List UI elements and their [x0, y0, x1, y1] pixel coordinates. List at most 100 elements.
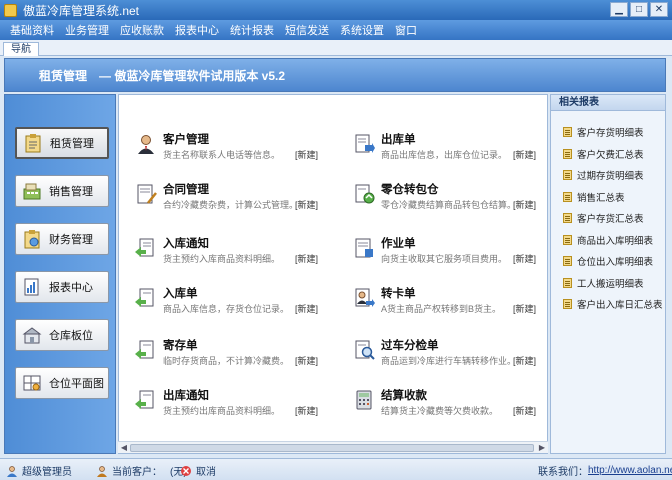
report-link-customer-daily-summary[interactable]: 客户出入库日汇总表	[563, 297, 663, 311]
item-contract-management[interactable]: 合同管理 合约冷藏费杂费，计算公式管理。 [新建]	[135, 181, 345, 217]
item-transfer-card[interactable]: 转卡单 A货主商品产权转移到B货主。 [新建]	[353, 285, 563, 321]
page-banner: 租赁管理 — 傲蓝冷库管理软件试用版本 v5.2	[4, 58, 666, 92]
contract-icon	[137, 184, 157, 204]
report-link-goods-in-out-detail[interactable]: 商品出入库明细表	[563, 233, 653, 247]
new-button[interactable]: [新建]	[295, 148, 318, 161]
close-icon[interactable]: ✕	[650, 2, 668, 17]
tab-strip: 导航	[0, 40, 672, 56]
calculator-icon	[356, 390, 372, 410]
deposit-doc-icon	[135, 340, 154, 359]
current-user: 超级管理员	[6, 463, 72, 478]
nav-lease-management-button[interactable]: 租赁管理	[15, 127, 109, 159]
status-bar: 超级管理员 当前客户： (无) 取消 联系我们： http://www.aola…	[0, 458, 672, 480]
nav-label: 仓库板位	[49, 330, 93, 342]
related-reports-panel: 相关报表 客户存货明细表 客户欠费汇总表 过期存货明细表 销售汇总表 客户存货汇…	[550, 94, 666, 454]
report-link-worker-handling-detail[interactable]: 工人搬运明细表	[563, 276, 644, 290]
new-button[interactable]: [新建]	[513, 354, 536, 367]
new-button[interactable]: [新建]	[295, 198, 318, 211]
inbound-notice-icon	[135, 238, 154, 257]
maximize-icon[interactable]: □	[630, 2, 648, 17]
main-content: 客户管理 货主名称联系人电话等信息。 [新建] 出库单 商品出库信息，出库仓位记…	[118, 94, 548, 454]
nav-sales-management-button[interactable]: 销售管理	[15, 175, 109, 207]
inspection-icon	[355, 340, 375, 360]
report-link-slot-in-out-detail[interactable]: 仓位出入库明细表	[563, 254, 653, 268]
report-link-customer-arrears-summary[interactable]: 客户欠费汇总表	[563, 147, 644, 161]
new-button[interactable]: [新建]	[295, 252, 318, 265]
report-link-customer-stock-detail[interactable]: 客户存货明细表	[563, 125, 644, 139]
menu-receivables[interactable]: 应收账款	[120, 22, 164, 38]
outbound-doc-icon	[355, 134, 375, 153]
report-icon	[563, 213, 572, 223]
warehouse-icon	[22, 327, 42, 344]
scroll-left-icon[interactable]: ◀	[119, 443, 129, 453]
nav-slot-floorplan-button[interactable]: 仓位平面图	[15, 367, 109, 399]
report-chart-icon	[24, 278, 39, 296]
horizontal-scrollbar[interactable]: ◀ ▶	[118, 441, 548, 453]
menu-report-center[interactable]: 报表中心	[175, 22, 219, 38]
title-bar: 傲蓝冷库管理系统.net ▁ □ ✕	[0, 0, 672, 20]
menu-sms[interactable]: 短信发送	[285, 22, 329, 38]
outbound-notice-icon	[135, 390, 154, 409]
report-icon	[563, 256, 572, 266]
item-vehicle-inspection[interactable]: 过车分检单 商品运到冷库进行车辆转移作业。 [新建]	[353, 337, 563, 373]
item-customer-management[interactable]: 客户管理 货主名称联系人电话等信息。 [新建]	[135, 131, 345, 167]
nav-label: 租赁管理	[50, 138, 94, 150]
new-button[interactable]: [新建]	[513, 148, 536, 161]
cash-register-icon	[23, 183, 41, 200]
contact-us: 联系我们： http://www.aolan.net	[538, 463, 672, 478]
minimize-icon[interactable]: ▁	[610, 2, 628, 17]
report-link-customer-stock-summary[interactable]: 客户存货汇总表	[563, 211, 644, 225]
app-icon	[4, 3, 17, 17]
new-button[interactable]: [新建]	[295, 354, 318, 367]
item-deposit-order[interactable]: 寄存单 临时存货商品，不计算冷藏费。 [新建]	[135, 337, 345, 373]
new-button[interactable]: [新建]	[513, 198, 536, 211]
menu-settings[interactable]: 系统设置	[340, 22, 384, 38]
nav-warehouse-slots-button[interactable]: 仓库板位	[15, 319, 109, 351]
item-outbound-notice[interactable]: 出库通知 货主预约出库商品资料明细。 [新建]	[135, 387, 345, 423]
current-customer: 当前客户： (无)	[96, 463, 187, 478]
nav-label: 报表中心	[49, 282, 93, 294]
window-title: 傲蓝冷库管理系统.net	[23, 3, 140, 18]
clipboard-icon	[25, 134, 41, 153]
customer-icon	[138, 135, 154, 154]
new-button[interactable]: [新建]	[513, 252, 536, 265]
menu-business[interactable]: 业务管理	[65, 22, 109, 38]
scroll-right-icon[interactable]: ▶	[537, 443, 547, 453]
menu-statistics[interactable]: 统计报表	[230, 22, 274, 38]
cancel-customer-button[interactable]: 取消	[180, 463, 216, 478]
new-button[interactable]: [新建]	[295, 302, 318, 315]
item-inbound-notice[interactable]: 入库通知 货主预约入库商品资料明细。 [新建]	[135, 235, 345, 271]
menu-bar: 基础资料 业务管理 应收账款 报表中心 统计报表 短信发送 系统设置 窗口	[0, 20, 672, 40]
menu-window[interactable]: 窗口	[395, 22, 417, 38]
item-settlement-receipt[interactable]: 结算收款 结算货主冷藏费等欠费收款。 [新建]	[353, 387, 563, 423]
floorplan-icon	[23, 375, 41, 391]
report-icon	[563, 170, 572, 180]
menu-basic-data[interactable]: 基础资料	[10, 22, 54, 38]
left-nav-panel: 租赁管理 销售管理 财务管理 报表中心 仓库板位 仓位平面图	[4, 94, 116, 454]
new-button[interactable]: [新建]	[295, 404, 318, 417]
report-icon	[563, 299, 572, 309]
customer-small-icon	[97, 465, 107, 477]
report-link-expired-stock-detail[interactable]: 过期存货明细表	[563, 168, 644, 182]
related-reports-title: 相关报表	[551, 95, 665, 111]
item-outbound-order[interactable]: 出库单 商品出库信息，出库仓位记录。 [新建]	[353, 131, 563, 167]
website-link[interactable]: http://www.aolan.net	[588, 465, 672, 476]
new-button[interactable]: [新建]	[513, 404, 536, 417]
transfer-card-icon	[355, 288, 375, 307]
item-work-order[interactable]: 作业单 向货主收取其它服务项目费用。 [新建]	[353, 235, 563, 271]
item-zero-to-package[interactable]: 零仓转包仓 零仓冷藏费结算商品转包仓结算。 [新建]	[353, 181, 563, 217]
new-button[interactable]: [新建]	[513, 302, 536, 315]
work-order-icon	[355, 238, 373, 258]
nav-report-center-button[interactable]: 报表中心	[15, 271, 109, 303]
cancel-icon	[181, 465, 191, 476]
item-inbound-order[interactable]: 入库单 商品入库信息，存货仓位记录。 [新建]	[135, 285, 345, 321]
nav-finance-management-button[interactable]: 财务管理	[15, 223, 109, 255]
scroll-thumb[interactable]	[130, 444, 534, 452]
report-icon	[563, 192, 572, 202]
transfer-doc-icon	[355, 184, 375, 204]
report-link-sales-summary[interactable]: 销售汇总表	[563, 190, 625, 204]
tab-navigation[interactable]: 导航	[3, 42, 39, 56]
report-icon	[563, 127, 572, 137]
inbound-doc-icon	[135, 288, 154, 307]
nav-label: 销售管理	[49, 186, 93, 198]
